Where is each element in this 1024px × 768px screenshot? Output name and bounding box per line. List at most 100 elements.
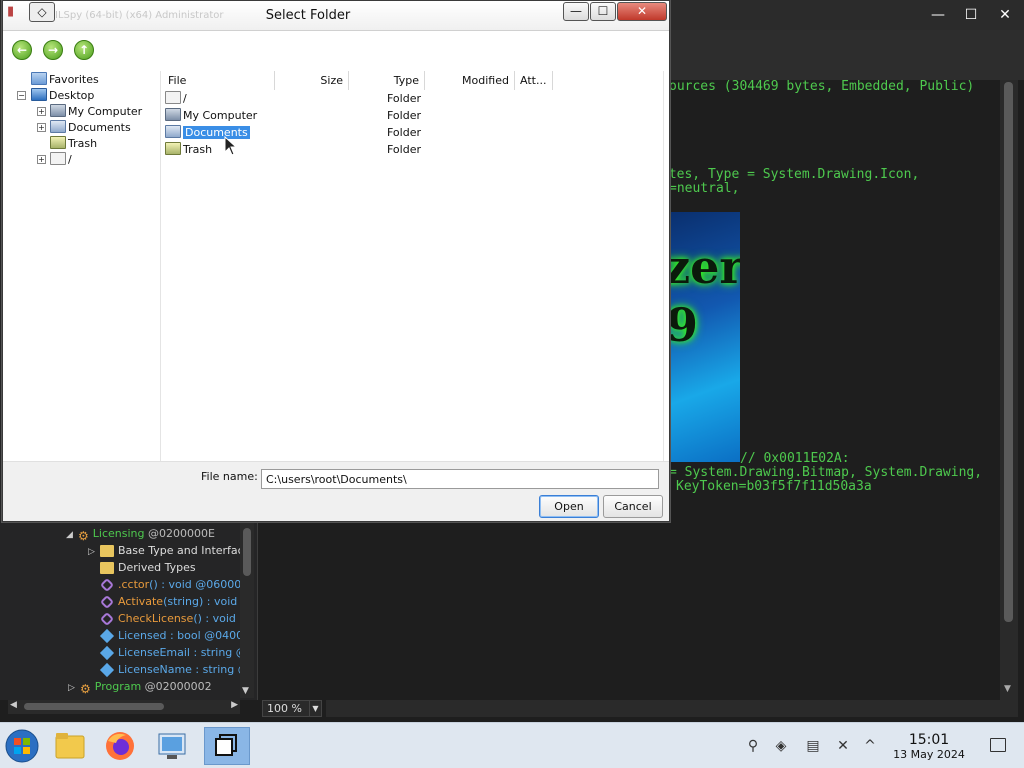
code-line: ources (304469 bytes, Embedded, Public) [669,79,975,94]
column-header-size[interactable]: Size [275,71,349,90]
folder-icon [100,562,114,574]
folder-icon [100,545,114,557]
tree-node-base-types[interactable]: ▷ Base Type and Interface [88,542,240,559]
tree-item-favorites[interactable]: Favorites [31,72,99,88]
chevron-up-icon[interactable]: ^ [861,737,879,755]
assembly-tree: ◢ ⚙ Licensing @0200000E ▷ Base Type and Int… [8,522,240,698]
code-line: = System.Drawing.Bitmap, System.Drawing, [669,465,983,480]
expand-toggle[interactable]: + [37,123,46,132]
computer-icon [50,104,66,117]
firefox-button[interactable] [100,727,140,765]
firefox-icon [106,732,134,760]
start-button[interactable] [2,727,42,765]
column-header-type[interactable]: Type [349,71,425,90]
close-button[interactable]: ✕ [617,2,667,21]
cancel-button[interactable]: Cancel [603,495,663,518]
maximize-button[interactable]: ☐ [590,2,616,21]
collapse-toggle[interactable]: − [17,91,26,100]
taskbar: ⚲ ◈ ▤ ✕ ^ 15:01 13 May 2024 [0,722,1024,768]
up-button[interactable]: ↑ [74,40,94,60]
class-icon: ⚙ [80,682,91,696]
minimize-button[interactable]: — [563,2,589,21]
tree-node-field[interactable]: Licensed : bool @04000 [99,627,240,644]
code-line: KeyToken=b03f5f7f11d50a3a [676,479,872,494]
volume-muted-icon[interactable]: ✕ [834,737,852,755]
field-icon [99,645,115,661]
field-icon [99,628,115,644]
ide-maximize-button[interactable]: ☐ [961,6,981,24]
tree-node-method[interactable]: .cctor() : void @060000 [99,576,240,593]
tree-item-desktop[interactable]: Desktop [31,88,94,104]
trash-icon [50,136,66,149]
clipboard-icon[interactable]: ▤ [804,737,822,755]
control-panel-button[interactable] [152,727,192,765]
tree-item-my-computer[interactable]: My Computer [50,104,142,120]
navigation-toolbar: ← → ↑ [3,32,669,68]
method-icon [99,611,115,627]
windows-icon [215,734,237,756]
list-item[interactable]: / Folder [163,90,665,107]
method-icon [99,577,115,593]
expand-toggle[interactable]: + [37,155,46,164]
image-text: zer [668,240,740,294]
folder-tree: Favorites − Desktop + My Computer + Docu… [11,71,161,461]
dialog-title: Select Folder [265,8,351,23]
tree-node-licensing[interactable]: ◢ ⚙ Licensing @0200000E [66,525,215,543]
code-vertical-scrollbar[interactable]: ▼ [1000,80,1018,700]
column-header-modified[interactable]: Modified [425,71,515,90]
code-horizontal-scrollbar[interactable] [326,700,1018,717]
code-line: ytes, Type = System.Drawing.Icon, [661,167,920,182]
chevron-down-icon: ▼ [309,701,321,716]
image-text: 9 [668,298,699,352]
ide-close-button[interactable]: ✕ [995,6,1015,24]
ide-minimize-button[interactable]: — [928,6,948,24]
list-item[interactable]: My Computer Folder [163,107,665,124]
tree-item-documents[interactable]: Documents [50,120,131,136]
arrow-left-icon: ← [16,43,28,57]
tree-node-field[interactable]: LicenseName : string @0 [99,661,240,678]
list-item-selected[interactable]: Documents Folder [163,124,665,141]
clock-date: 13 May 2024 [893,748,965,761]
dialog-footer: File name: Open Cancel [3,461,669,521]
field-icon [99,662,115,678]
zoom-select[interactable]: 100 % ▼ [262,700,322,717]
task-switcher-button[interactable] [204,727,250,765]
dialog-title-bar[interactable]: ▮ ◇ ILSpy (64-bit) (x64) Administrator S… [3,1,669,31]
clock[interactable]: 15:01 13 May 2024 [886,732,972,762]
forward-button[interactable]: → [43,40,63,60]
tree-item-trash[interactable]: Trash [50,136,97,152]
show-desktop-button[interactable] [990,738,1006,752]
clock-time: 15:01 [908,732,950,748]
start-orb-icon [5,729,39,763]
tree-vertical-scrollbar[interactable]: ▼ [240,522,254,698]
tree-node-method[interactable]: CheckLicense() : void @0 [99,610,240,627]
documents-icon [165,125,181,138]
drive-icon [165,91,181,104]
network-icon[interactable]: ⚲ [744,737,762,755]
tree-item-root[interactable]: / [50,152,72,168]
arrow-up-icon: ↑ [78,43,90,57]
expand-toggle[interactable]: + [37,107,46,116]
folder-icon [55,733,85,759]
column-header-file[interactable]: File [163,71,275,90]
tree-node-program[interactable]: ▷ ⚙ Program @02000002 [68,678,212,696]
list-item[interactable]: Trash Folder [163,141,665,158]
file-manager-button[interactable] [50,727,90,765]
tree-node-method[interactable]: Activate(string) : void @ [99,593,240,610]
class-icon: ⚙ [78,529,89,543]
documents-icon [50,120,66,133]
column-header-attributes[interactable]: Att... [515,71,553,90]
updates-icon[interactable]: ◈ [772,737,790,755]
tree-horizontal-scrollbar[interactable]: ◀ ▶ [8,700,240,714]
mouse-cursor-icon [224,136,238,156]
embedded-resource-image: zer 9 [668,212,740,462]
open-button[interactable]: Open [539,495,599,518]
tree-node-field[interactable]: LicenseEmail : string @0 [99,644,240,661]
file-name-input[interactable] [261,469,659,489]
control-panel-icon [158,733,186,759]
file-name-label: File name: [201,470,258,483]
arrow-right-icon: → [47,43,59,57]
back-button[interactable]: ← [12,40,32,60]
method-icon [99,594,115,610]
tree-node-derived-types[interactable]: Derived Types [100,559,196,576]
